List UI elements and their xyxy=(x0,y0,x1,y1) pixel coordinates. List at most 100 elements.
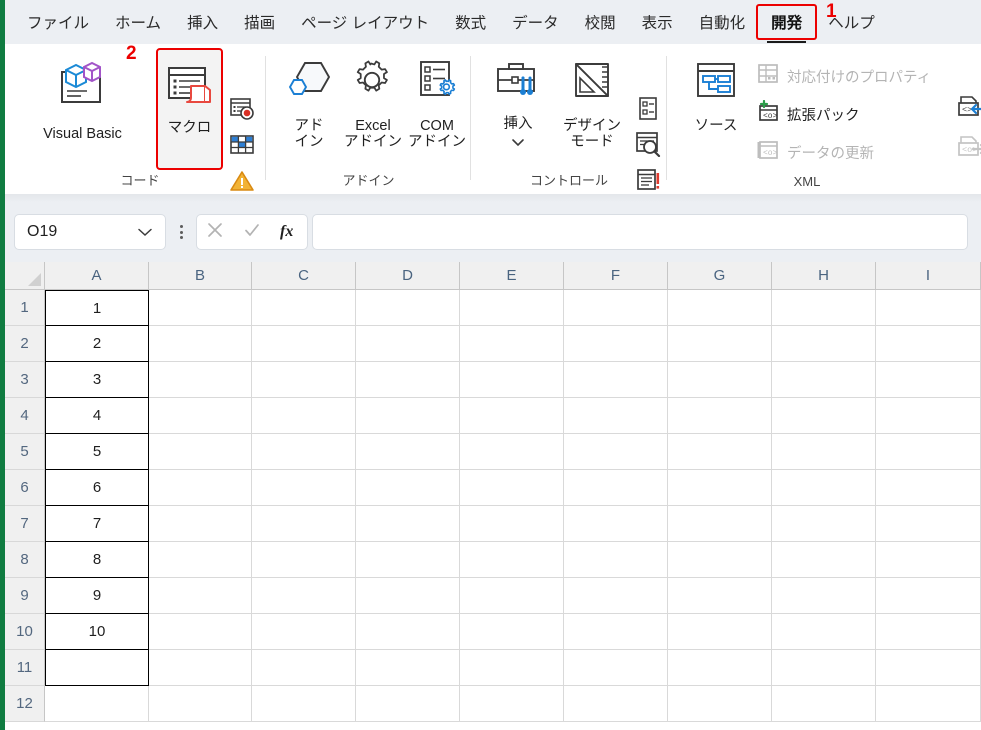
cell-D12[interactable] xyxy=(356,686,460,722)
cell-I4[interactable] xyxy=(876,398,981,434)
cell-G3[interactable] xyxy=(668,362,772,398)
expansion-packs-button[interactable]: <o> 拡張パック xyxy=(753,99,949,129)
cancel-button[interactable] xyxy=(199,217,231,247)
cell-D11[interactable] xyxy=(356,650,460,686)
ribbon-tab-7[interactable]: 校閲 xyxy=(572,6,629,38)
addins-button[interactable]: アド イン xyxy=(280,50,338,174)
column-header-B[interactable]: B xyxy=(149,262,252,290)
cell-I1[interactable] xyxy=(876,290,981,326)
cell-A1[interactable]: 1 xyxy=(45,290,149,326)
column-header-D[interactable]: D xyxy=(356,262,460,290)
cell-E4[interactable] xyxy=(460,398,564,434)
cell-C10[interactable] xyxy=(252,614,356,650)
cell-C2[interactable] xyxy=(252,326,356,362)
cell-I11[interactable] xyxy=(876,650,981,686)
cell-F6[interactable] xyxy=(564,470,668,506)
cell-B11[interactable] xyxy=(149,650,252,686)
row-header-11[interactable]: 11 xyxy=(5,650,45,686)
cell-E8[interactable] xyxy=(460,542,564,578)
cell-H5[interactable] xyxy=(772,434,876,470)
row-header-7[interactable]: 7 xyxy=(5,506,45,542)
cell-E6[interactable] xyxy=(460,470,564,506)
cell-D1[interactable] xyxy=(356,290,460,326)
cell-A10[interactable]: 10 xyxy=(45,614,149,650)
cell-G6[interactable] xyxy=(668,470,772,506)
cell-G8[interactable] xyxy=(668,542,772,578)
view-code-button[interactable] xyxy=(633,130,663,162)
confirm-button[interactable] xyxy=(236,217,268,247)
excel-addins-button[interactable]: Excel アドイン xyxy=(342,50,404,174)
cell-C9[interactable] xyxy=(252,578,356,614)
cell-I2[interactable] xyxy=(876,326,981,362)
cell-B6[interactable] xyxy=(149,470,252,506)
cell-B5[interactable] xyxy=(149,434,252,470)
formula-input[interactable] xyxy=(312,214,968,250)
cell-H7[interactable] xyxy=(772,506,876,542)
cell-H3[interactable] xyxy=(772,362,876,398)
more-options-button[interactable] xyxy=(174,222,188,242)
cell-E12[interactable] xyxy=(460,686,564,722)
cell-E7[interactable] xyxy=(460,506,564,542)
cell-F7[interactable] xyxy=(564,506,668,542)
design-mode-button[interactable]: デザイン モード xyxy=(555,50,629,174)
cell-G1[interactable] xyxy=(668,290,772,326)
row-header-10[interactable]: 10 xyxy=(5,614,45,650)
visual-basic-button[interactable]: Visual Basic xyxy=(24,50,141,168)
cell-D2[interactable] xyxy=(356,326,460,362)
cell-B1[interactable] xyxy=(149,290,252,326)
cell-E2[interactable] xyxy=(460,326,564,362)
cell-D10[interactable] xyxy=(356,614,460,650)
cell-G11[interactable] xyxy=(668,650,772,686)
cell-G7[interactable] xyxy=(668,506,772,542)
ribbon-tab-3[interactable]: 描画 xyxy=(231,6,288,38)
cell-E9[interactable] xyxy=(460,578,564,614)
cell-A7[interactable]: 7 xyxy=(45,506,149,542)
cell-E10[interactable] xyxy=(460,614,564,650)
cell-F3[interactable] xyxy=(564,362,668,398)
cell-B9[interactable] xyxy=(149,578,252,614)
cell-A6[interactable]: 6 xyxy=(45,470,149,506)
cell-F12[interactable] xyxy=(564,686,668,722)
cell-I8[interactable] xyxy=(876,542,981,578)
cell-A3[interactable]: 3 xyxy=(45,362,149,398)
cell-I5[interactable] xyxy=(876,434,981,470)
xml-import-button[interactable]: <> xyxy=(955,94,981,126)
cell-C11[interactable] xyxy=(252,650,356,686)
cell-E3[interactable] xyxy=(460,362,564,398)
cell-A4[interactable]: 4 xyxy=(45,398,149,434)
cell-D6[interactable] xyxy=(356,470,460,506)
cell-F8[interactable] xyxy=(564,542,668,578)
cell-I9[interactable] xyxy=(876,578,981,614)
record-macro-button[interactable] xyxy=(226,96,258,126)
select-all-corner[interactable] xyxy=(5,262,45,290)
column-header-C[interactable]: C xyxy=(252,262,356,290)
cell-D9[interactable] xyxy=(356,578,460,614)
cell-H12[interactable] xyxy=(772,686,876,722)
cell-H10[interactable] xyxy=(772,614,876,650)
cell-H6[interactable] xyxy=(772,470,876,506)
cell-I7[interactable] xyxy=(876,506,981,542)
row-header-5[interactable]: 5 xyxy=(5,434,45,470)
cell-C6[interactable] xyxy=(252,470,356,506)
use-relative-references-button[interactable] xyxy=(226,132,258,162)
cell-D7[interactable] xyxy=(356,506,460,542)
cell-I3[interactable] xyxy=(876,362,981,398)
cell-D4[interactable] xyxy=(356,398,460,434)
cell-H2[interactable] xyxy=(772,326,876,362)
cell-D3[interactable] xyxy=(356,362,460,398)
insert-function-button[interactable]: fx xyxy=(273,217,305,247)
cell-C12[interactable] xyxy=(252,686,356,722)
xml-export-button[interactable]: <o> xyxy=(955,134,981,166)
cell-H1[interactable] xyxy=(772,290,876,326)
cell-F10[interactable] xyxy=(564,614,668,650)
cell-G2[interactable] xyxy=(668,326,772,362)
cell-C1[interactable] xyxy=(252,290,356,326)
cell-B10[interactable] xyxy=(149,614,252,650)
row-header-3[interactable]: 3 xyxy=(5,362,45,398)
ribbon-tab-1[interactable]: ホーム xyxy=(102,6,174,38)
column-header-I[interactable]: I xyxy=(876,262,981,290)
cell-B8[interactable] xyxy=(149,542,252,578)
ribbon-tab-5[interactable]: 数式 xyxy=(442,6,499,38)
cell-F5[interactable] xyxy=(564,434,668,470)
ribbon-tab-0[interactable]: ファイル xyxy=(14,6,102,38)
